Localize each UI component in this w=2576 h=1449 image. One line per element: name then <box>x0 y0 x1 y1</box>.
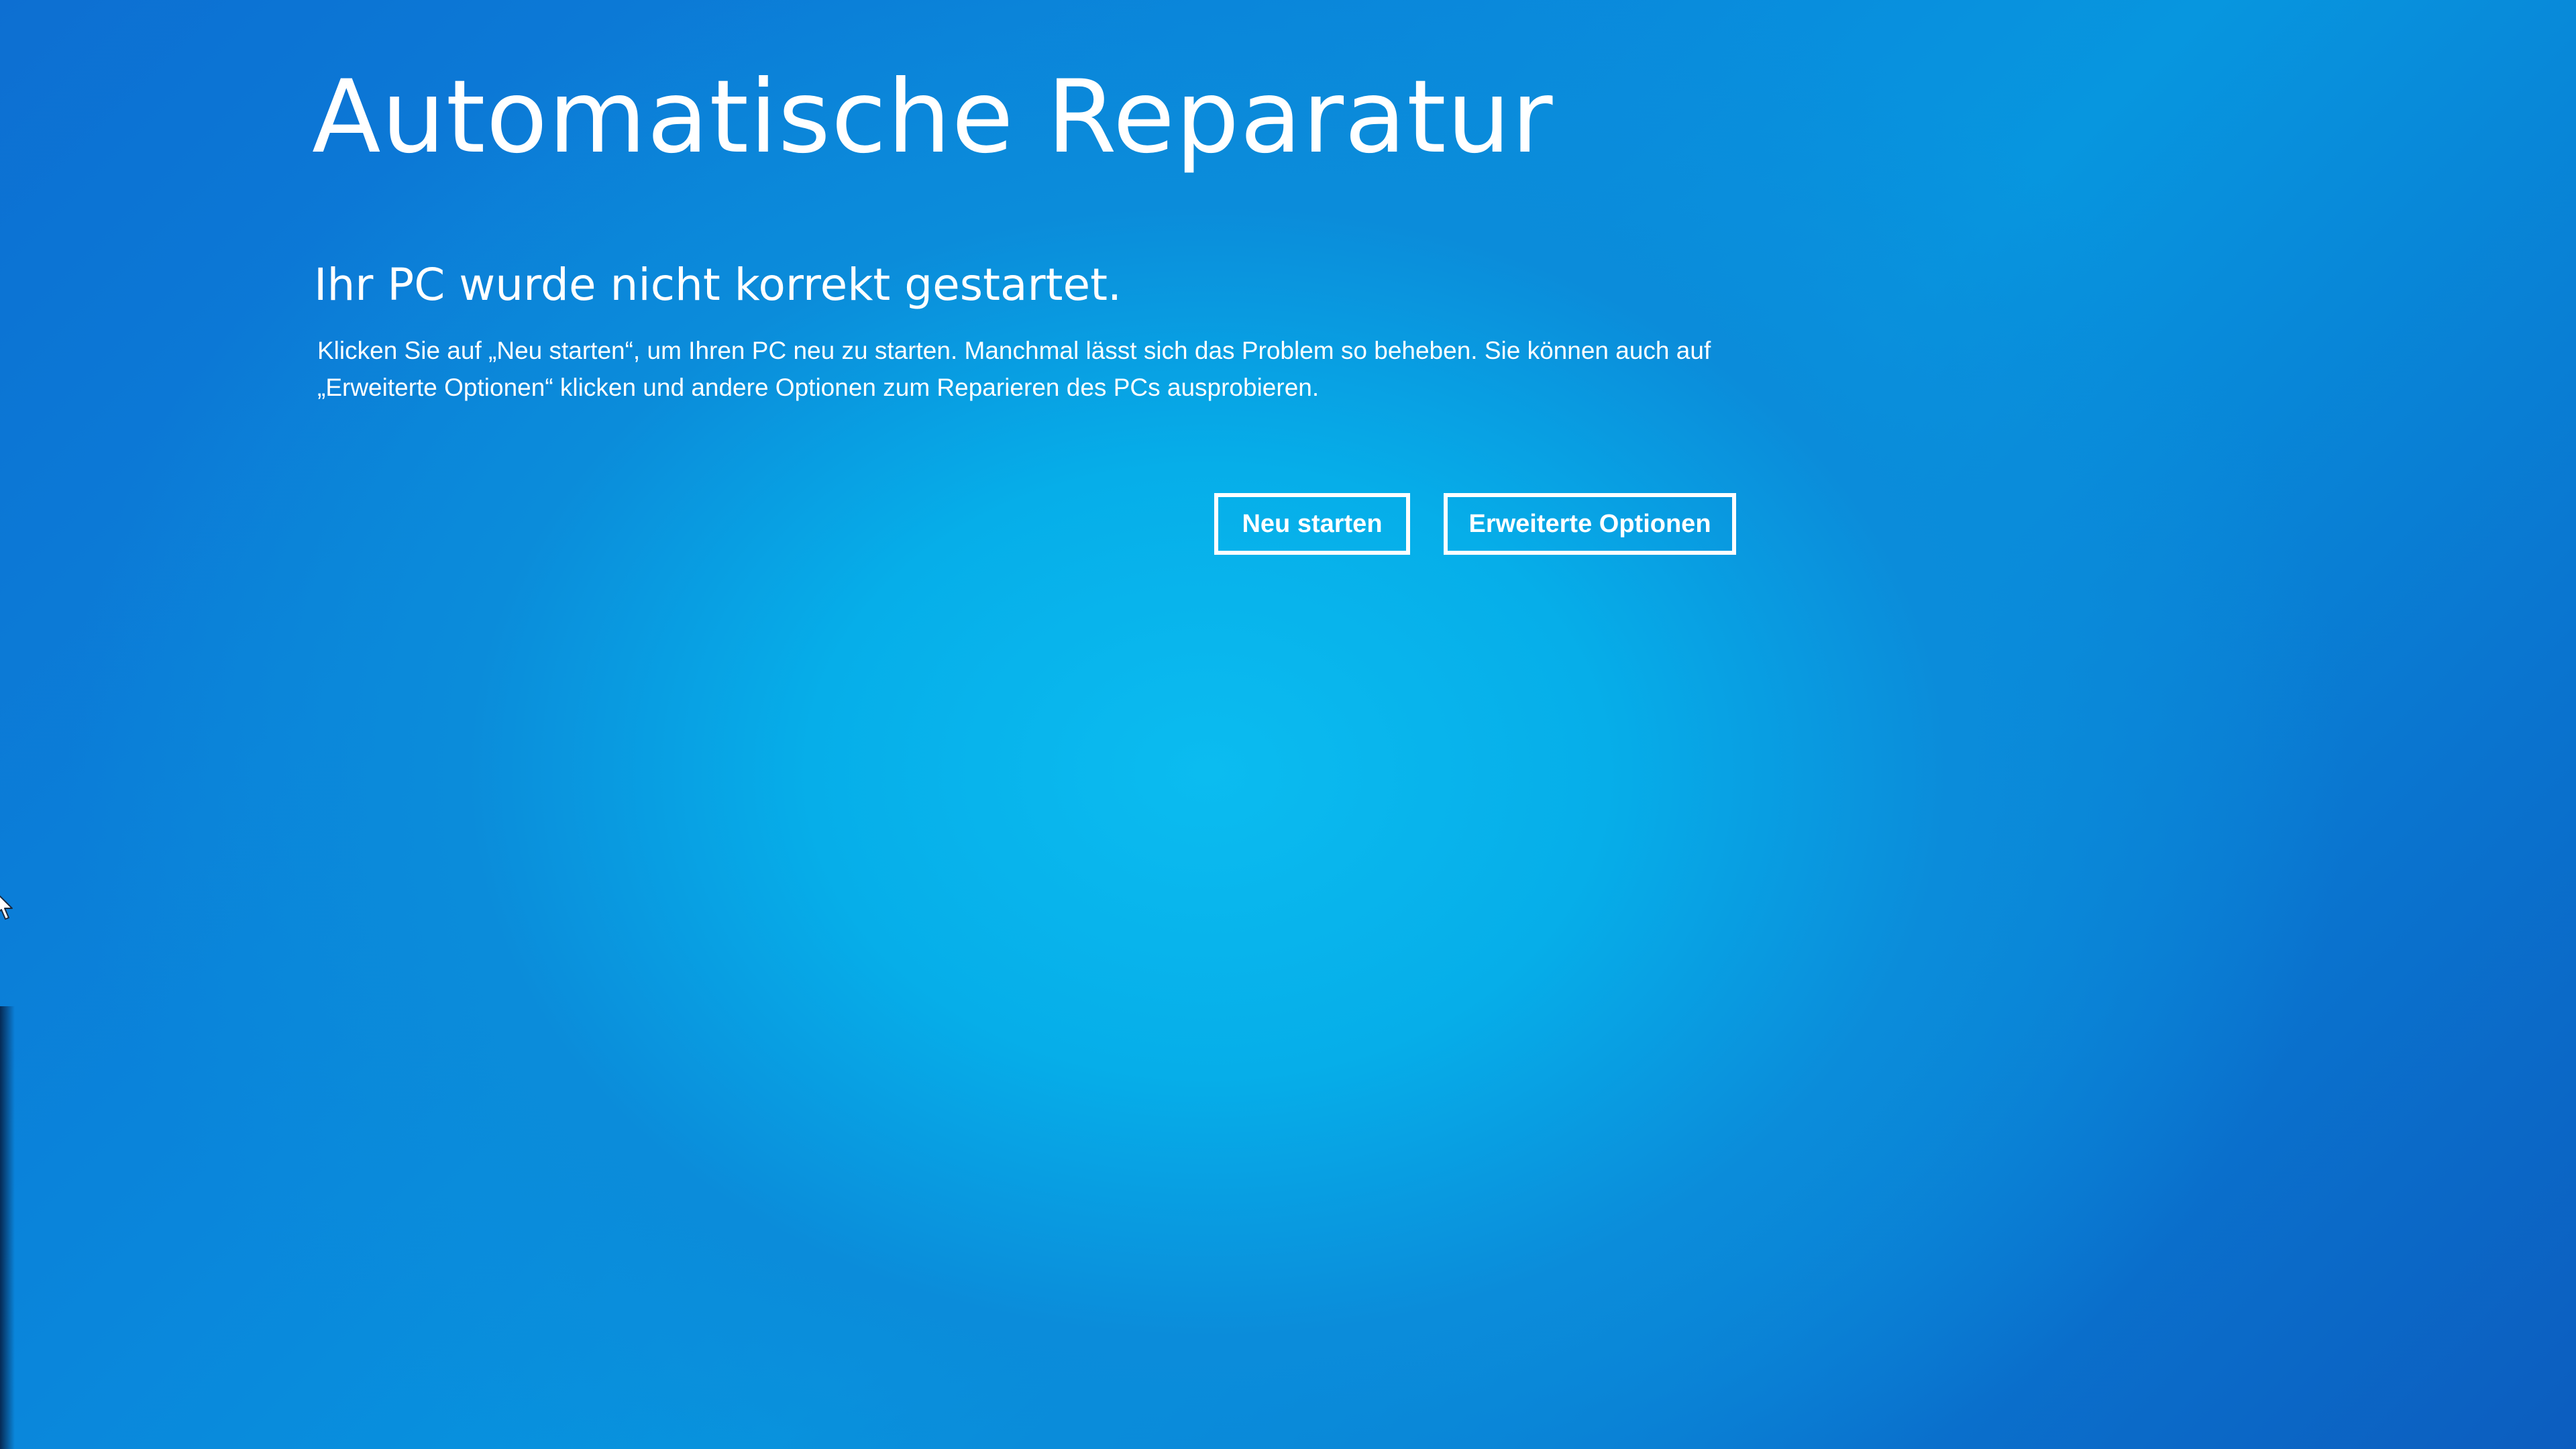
action-buttons: Neu starten Erweiterte Optionen <box>1214 493 1736 555</box>
page-title: Automatische Reparatur <box>312 59 1554 176</box>
screen-bezel-edge <box>0 1006 15 1449</box>
mouse-pointer-icon <box>0 895 13 920</box>
status-heading: Ihr PC wurde nicht korrekt gestartet. <box>314 259 1122 311</box>
instructions-text: Klicken Sie auf „Neu starten“, um Ihren … <box>317 337 1711 401</box>
restart-button[interactable]: Neu starten <box>1214 493 1410 555</box>
advanced-options-button[interactable]: Erweiterte Optionen <box>1444 493 1736 555</box>
